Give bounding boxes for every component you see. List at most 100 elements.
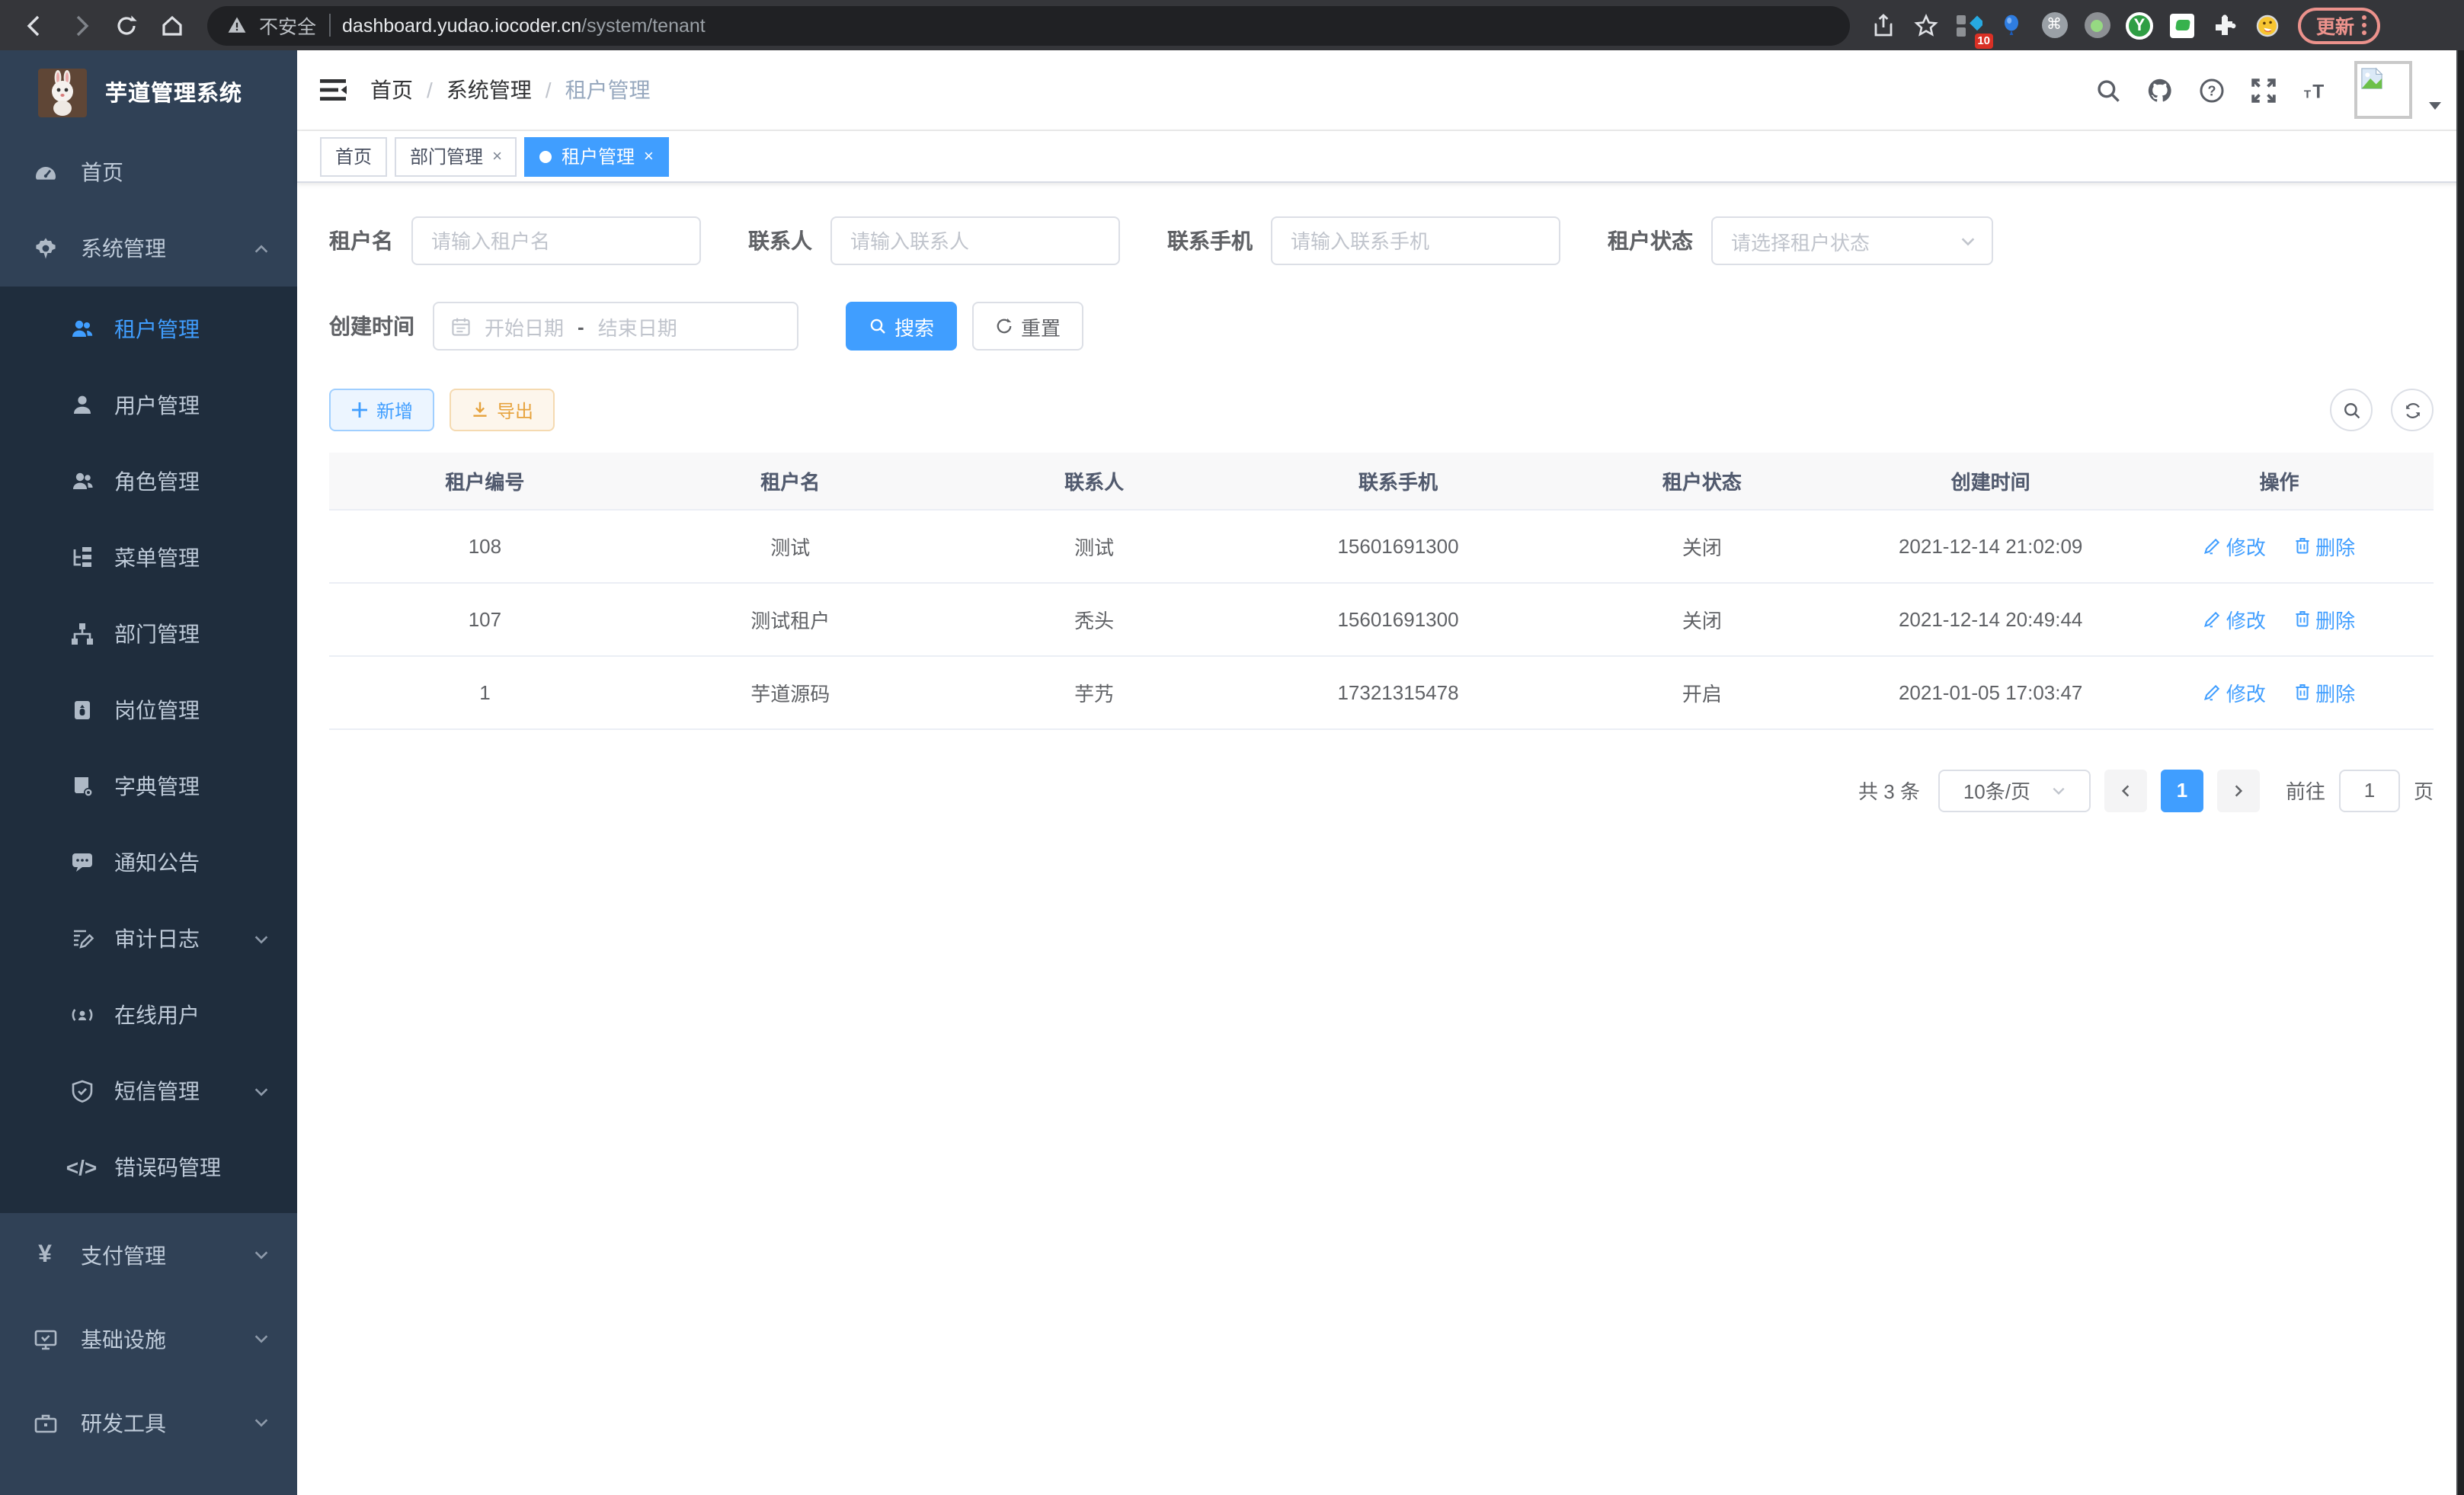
breadcrumb-system[interactable]: 系统管理 (446, 75, 532, 105)
date-range-picker[interactable]: 开始日期 - 结束日期 (433, 302, 798, 351)
edit-label: 修改 (2226, 604, 2266, 633)
mobile-input[interactable] (1271, 216, 1560, 265)
github-button[interactable] (2147, 77, 2173, 103)
delete-link[interactable]: 删除 (2293, 531, 2355, 560)
announcement-icon (69, 850, 94, 876)
end-date-placeholder: 结束日期 (598, 312, 677, 341)
user-avatar[interactable] (2354, 61, 2412, 119)
goto-page-input[interactable] (2339, 769, 2400, 812)
col-mobile: 联系手机 (1249, 453, 1548, 509)
tab-tenant[interactable]: 租户管理 × (525, 136, 669, 176)
extension-command-icon[interactable]: ⌘ (2036, 7, 2072, 43)
sidebar-item-notice[interactable]: 通知公告 (0, 824, 297, 901)
page-number-1[interactable]: 1 (2161, 769, 2203, 812)
org-chart-icon (69, 621, 94, 647)
search-button[interactable]: 搜索 (846, 302, 957, 351)
cell-contact: 秃头 (940, 582, 1249, 655)
sidebar-item-devtools[interactable]: 研发工具 (0, 1381, 297, 1465)
sidebar-item-user[interactable]: 用户管理 (0, 367, 297, 443)
sidebar-item-dept[interactable]: 部门管理 (0, 596, 297, 672)
avatar-dropdown-caret[interactable] (2429, 101, 2441, 109)
refresh-icon (995, 317, 1013, 335)
app-shell: 芋道管理系统 首页 系统管理 (0, 50, 2464, 1495)
close-icon[interactable]: × (644, 147, 654, 165)
cell-actions: 修改 删除 (2125, 509, 2434, 582)
sidebar-item-system[interactable]: 系统管理 (0, 210, 297, 287)
select-placeholder: 请选择租户状态 (1731, 226, 1960, 255)
header-search-button[interactable] (2095, 77, 2121, 103)
sidebar-item-pay[interactable]: ¥ 支付管理 (0, 1213, 297, 1297)
sidebar-item-home[interactable]: 首页 (0, 134, 297, 210)
address-bar[interactable]: 不安全 dashboard.yudao.iocoder.cn/system/te… (207, 5, 1850, 45)
url-path: /system/tenant (581, 14, 706, 36)
edit-icon (2203, 610, 2222, 628)
browser-back-button[interactable] (15, 5, 55, 45)
extension-badge: 10 (1974, 34, 1993, 48)
add-button[interactable]: 新增 (329, 389, 434, 431)
close-icon[interactable]: × (492, 147, 502, 165)
contact-input[interactable] (830, 216, 1120, 265)
extension-record-icon[interactable] (2078, 7, 2115, 43)
edit-link[interactable]: 修改 (2203, 604, 2266, 633)
browser-home-button[interactable] (152, 5, 192, 45)
refresh-icon (2402, 400, 2422, 420)
browser-reload-button[interactable] (107, 5, 146, 45)
edit-label: 修改 (2226, 531, 2266, 560)
delete-link[interactable]: 删除 (2293, 677, 2355, 706)
toggle-search-button[interactable] (2330, 389, 2373, 431)
sidebar-item-infra[interactable]: 基础设施 (0, 1297, 297, 1381)
sidebar-item-sms[interactable]: 短信管理 (0, 1053, 297, 1129)
share-button[interactable] (1865, 7, 1902, 43)
extension-chat-icon[interactable] (2164, 7, 2200, 43)
main-area: 首页 / 系统管理 / 租户管理 ? (297, 50, 2464, 1495)
tenant-name-input[interactable] (411, 216, 701, 265)
prev-page-button[interactable] (2104, 769, 2147, 812)
breadcrumb-home[interactable]: 首页 (370, 75, 413, 105)
browser-update-button[interactable]: 更新 (2298, 7, 2380, 43)
sidebar-item-audit-log[interactable]: 审计日志 (0, 901, 297, 977)
sidebar-item-role[interactable]: 角色管理 (0, 443, 297, 520)
page-size-select[interactable]: 10条/页 (1938, 769, 2091, 812)
sidebar-fold-button[interactable] (320, 78, 347, 102)
refresh-table-button[interactable] (2391, 389, 2434, 431)
omnibox-divider (328, 14, 330, 37)
sidebar-item-label: 研发工具 (81, 1407, 253, 1438)
extension-yudao-icon[interactable]: Y (2121, 7, 2158, 43)
sidebar-item-tenant[interactable]: 租户管理 (0, 291, 297, 367)
sidebar-item-menu[interactable]: 菜单管理 (0, 520, 297, 596)
extensions-puzzle-icon[interactable] (2206, 7, 2243, 43)
font-size-button[interactable]: TT (2302, 77, 2328, 103)
extension-balloon-icon[interactable] (1993, 7, 2030, 43)
cell-tenant-id: 108 (329, 509, 641, 582)
edit-link[interactable]: 修改 (2203, 677, 2266, 706)
screen: 不安全 dashboard.yudao.iocoder.cn/system/te… (0, 0, 2464, 1495)
svg-text:T: T (2304, 87, 2312, 100)
edit-link[interactable]: 修改 (2203, 531, 2266, 560)
browser-forward-button[interactable] (61, 5, 101, 45)
total-count: 共 3 条 (1858, 776, 1920, 805)
tab-home[interactable]: 首页 (320, 136, 387, 176)
sidebar-item-error-code[interactable]: </> 错误码管理 (0, 1129, 297, 1205)
filter-tenant-name: 租户名 (329, 216, 701, 265)
monitor-icon (32, 1326, 58, 1352)
sidebar-item-online-user[interactable]: 在线用户 (0, 977, 297, 1053)
chevron-down-icon (2050, 783, 2066, 798)
bookmark-star-button[interactable] (1908, 7, 1944, 43)
field-label: 联系人 (748, 226, 812, 256)
fullscreen-button[interactable] (2251, 77, 2277, 103)
tab-dept[interactable]: 部门管理 × (395, 136, 517, 176)
export-button[interactable]: 导出 (450, 389, 555, 431)
security-warning-label: 不安全 (259, 11, 316, 40)
sidebar-logo[interactable]: 芋道管理系统 (0, 50, 297, 134)
profile-avatar[interactable] (2249, 7, 2286, 43)
search-icon (2341, 400, 2361, 420)
help-doc-button[interactable]: ? (2199, 77, 2225, 103)
table-row: 107 测试租户 秃头 15601691300 关闭 2021-12-14 20… (329, 582, 2434, 655)
sidebar-item-post[interactable]: 岗位管理 (0, 672, 297, 748)
delete-link[interactable]: 删除 (2293, 604, 2355, 633)
status-select[interactable]: 请选择租户状态 (1711, 216, 1993, 265)
extension-panels-icon[interactable]: 10 (1950, 7, 1987, 43)
reset-button[interactable]: 重置 (972, 302, 1083, 351)
next-page-button[interactable] (2217, 769, 2260, 812)
sidebar-item-dict[interactable]: 字典管理 (0, 748, 297, 824)
